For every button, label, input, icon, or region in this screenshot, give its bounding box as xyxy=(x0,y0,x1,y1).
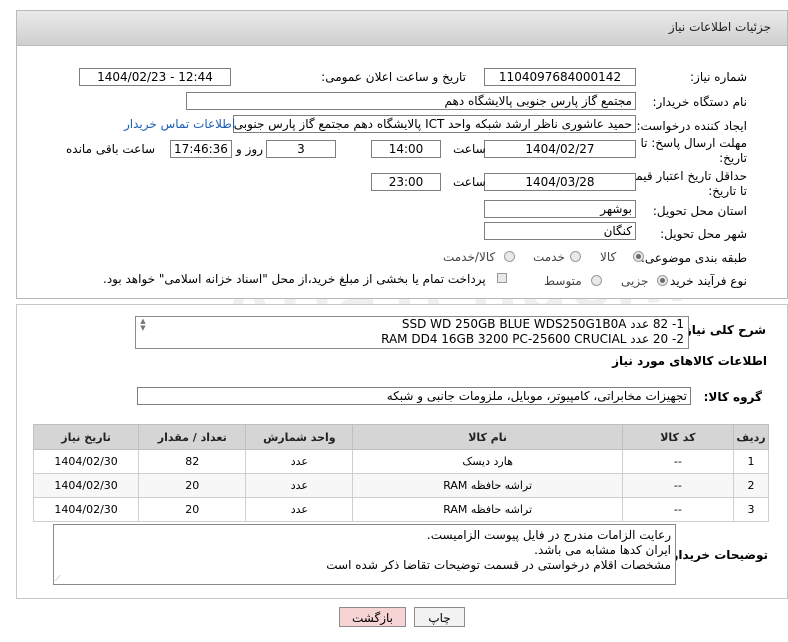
category-service-radio[interactable] xyxy=(570,251,581,262)
goods-info-title: اطلاعات کالاهای مورد نیاز xyxy=(612,354,767,368)
panel-header: جزئیات اطلاعات نیاز xyxy=(17,11,787,46)
col-header-date: تاریخ نیاز xyxy=(32,424,140,450)
validity-time-field[interactable]: 23:00 xyxy=(371,173,441,191)
city-label: شهر محل تحویل: xyxy=(660,227,747,241)
treasury-payment-note: پرداخت تمام یا بخشی از مبلغ خرید،از محل … xyxy=(103,272,486,286)
buyer-notes-textarea[interactable]: رعایت الزامات مندرج در فایل پیوست الزامی… xyxy=(53,524,676,585)
buyer-org-field[interactable]: مجتمع گاز پارس جنوبی پالایشگاه دهم xyxy=(186,92,636,110)
cell-date: 1404/02/30 xyxy=(32,473,140,498)
description-textarea[interactable]: 1- 82 عدد SSD WD 250GB BLUE WDS250G1B0A … xyxy=(135,316,689,349)
cell-qty: 82 xyxy=(138,449,247,474)
deadline-days-field[interactable]: 3 xyxy=(266,140,336,158)
announce-datetime-field[interactable]: 1404/02/23 - 12:44 xyxy=(79,68,231,86)
table-row[interactable]: 3 -- تراشه حافظه RAM عدد 20 1404/02/30 xyxy=(32,497,770,522)
creator-label: ایجاد کننده درخواست: xyxy=(636,119,747,133)
cell-name: تراشه حافظه RAM xyxy=(352,473,623,498)
cell-row: 2 xyxy=(732,473,770,498)
cell-row: 1 xyxy=(732,449,770,474)
deadline-label-1: مهلت ارسال پاسخ: تا xyxy=(640,136,747,150)
treasury-payment-checkbox[interactable] xyxy=(497,273,507,283)
process-medium-label: متوسط xyxy=(544,274,582,288)
validity-time-label: ساعت xyxy=(453,175,486,189)
cell-unit: عدد xyxy=(245,449,354,474)
cell-unit: عدد xyxy=(245,473,354,498)
buyer-note-line: ایران کدها مشابه می باشد. xyxy=(534,543,671,557)
col-header-name: نام کالا xyxy=(352,424,623,450)
buyer-note-line: مشخصات اقلام درخواستی در قسمت توضیحات تق… xyxy=(326,558,671,572)
col-header-code: کد کالا xyxy=(621,424,734,450)
cell-code: -- xyxy=(621,449,734,474)
page-title: جزئیات اطلاعات نیاز xyxy=(668,20,771,34)
category-goods-radio[interactable] xyxy=(633,251,644,262)
remaining-time-field[interactable]: 17:46:36 xyxy=(170,140,232,158)
validity-label-1: حداقل تاریخ اعتبار قیمت: xyxy=(620,169,747,183)
need-number-field[interactable]: 1104097684000142 xyxy=(484,68,636,86)
category-goods-service-label: کالا/خدمت xyxy=(443,250,496,264)
description-label: شرح کلی نیاز: xyxy=(680,323,766,337)
cell-qty: 20 xyxy=(138,497,247,522)
back-button[interactable]: بازگشت xyxy=(339,607,406,627)
category-goods-service-radio[interactable] xyxy=(504,251,515,262)
goods-group-field[interactable]: تجهیزات مخابراتی، کامپیوتر، موبایل، ملزو… xyxy=(137,387,691,405)
table-row[interactable]: 2 -- تراشه حافظه RAM عدد 20 1404/02/30 xyxy=(32,473,770,498)
process-minor-label: جزیی xyxy=(621,274,649,288)
validity-date-field[interactable]: 1404/03/28 xyxy=(484,173,636,191)
goods-group-label: گروه کالا: xyxy=(703,390,762,404)
process-minor-radio[interactable] xyxy=(657,275,668,286)
buyer-contact-link[interactable]: اطلاعات تماس خریدار xyxy=(124,117,235,131)
creator-field[interactable]: حمید عاشوری ناظر ارشد شبکه واحد ICT پالا… xyxy=(233,115,636,133)
cell-code: -- xyxy=(621,497,734,522)
cell-name: هارد دیسک xyxy=(352,449,623,474)
description-line: 1- 82 عدد SSD WD 250GB BLUE WDS250G1B0A xyxy=(401,317,684,331)
cell-date: 1404/02/30 xyxy=(32,449,140,474)
announce-label: تاریخ و ساعت اعلان عمومی: xyxy=(321,70,466,84)
category-service-label: خدمت xyxy=(533,250,565,264)
cell-code: -- xyxy=(621,473,734,498)
buyer-notes-label: توضیحات خریدار: xyxy=(666,548,768,562)
deadline-date-field[interactable]: 1404/02/27 xyxy=(484,140,636,158)
resize-grip-icon[interactable]: ⟋ xyxy=(55,574,61,584)
goods-table: ردیف کد کالا نام کالا واحد شمارش تعداد /… xyxy=(32,424,770,522)
need-number-label: شماره نیاز: xyxy=(690,70,747,84)
process-medium-radio[interactable] xyxy=(591,275,602,286)
description-line: 2- 20 عدد RAM DD4 16GB 3200 PC-25600 CRU… xyxy=(381,332,684,346)
cell-qty: 20 xyxy=(138,473,247,498)
validity-label-2: تا تاریخ: xyxy=(708,184,747,198)
print-button[interactable]: چاپ xyxy=(414,607,465,627)
buyer-note-line: رعایت الزامات مندرج در فایل پیوست الزامی… xyxy=(426,528,671,542)
deadline-time-field[interactable]: 14:00 xyxy=(371,140,441,158)
buyer-org-label: نام دستگاه خریدار: xyxy=(652,95,748,109)
category-goods-label: کالا xyxy=(600,250,617,264)
cell-row: 3 xyxy=(732,497,770,522)
col-header-row: ردیف xyxy=(732,424,770,450)
days-label: روز و xyxy=(236,142,263,156)
cell-name: تراشه حافظه RAM xyxy=(352,497,623,522)
deadline-label-2: تاریخ: xyxy=(719,151,747,165)
province-field[interactable]: بوشهر xyxy=(484,200,636,218)
deadline-time-label: ساعت xyxy=(453,142,486,156)
category-label: طبقه بندی موضوعی: xyxy=(640,251,747,265)
col-header-qty: تعداد / مقدار xyxy=(138,424,247,450)
cell-unit: عدد xyxy=(245,497,354,522)
city-field[interactable]: کنگان xyxy=(484,222,636,240)
col-header-unit: واحد شمارش xyxy=(245,424,354,450)
cell-date: 1404/02/30 xyxy=(32,497,140,522)
table-row[interactable]: 1 -- هارد دیسک عدد 82 1404/02/30 xyxy=(32,449,770,474)
province-label: استان محل تحویل: xyxy=(652,204,747,218)
remaining-label: ساعت باقی مانده xyxy=(66,142,156,156)
textarea-scroll-icon[interactable]: ▲ ▼ xyxy=(138,318,148,332)
process-label: نوع فرآیند خرید : xyxy=(662,274,747,288)
